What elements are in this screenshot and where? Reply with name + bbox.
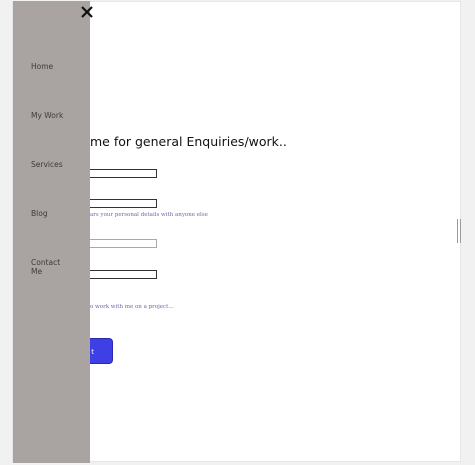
form-heading: me for general Enquiries/work..: [90, 134, 287, 149]
privacy-note: ars your personal details with anyone el…: [90, 212, 208, 218]
project-note: o work with me on a project...: [90, 304, 174, 310]
sidebar-item-contact-me[interactable]: Contact Me: [31, 258, 65, 276]
email-field[interactable]: [88, 199, 157, 208]
sidebar-item-blog[interactable]: Blog: [31, 209, 48, 218]
sidebar-item-home[interactable]: Home: [31, 62, 53, 71]
name-field[interactable]: [88, 169, 157, 178]
sidebar-item-services[interactable]: Services: [31, 160, 63, 169]
subject-field[interactable]: [88, 239, 157, 248]
scrollbar-handle[interactable]: [457, 219, 461, 243]
sidebar-nav: Home My Work Services Blog Contact Me: [13, 1, 93, 463]
sidebar-item-my-work[interactable]: My Work: [31, 111, 63, 120]
message-field[interactable]: [88, 270, 157, 279]
close-icon[interactable]: [80, 4, 94, 18]
